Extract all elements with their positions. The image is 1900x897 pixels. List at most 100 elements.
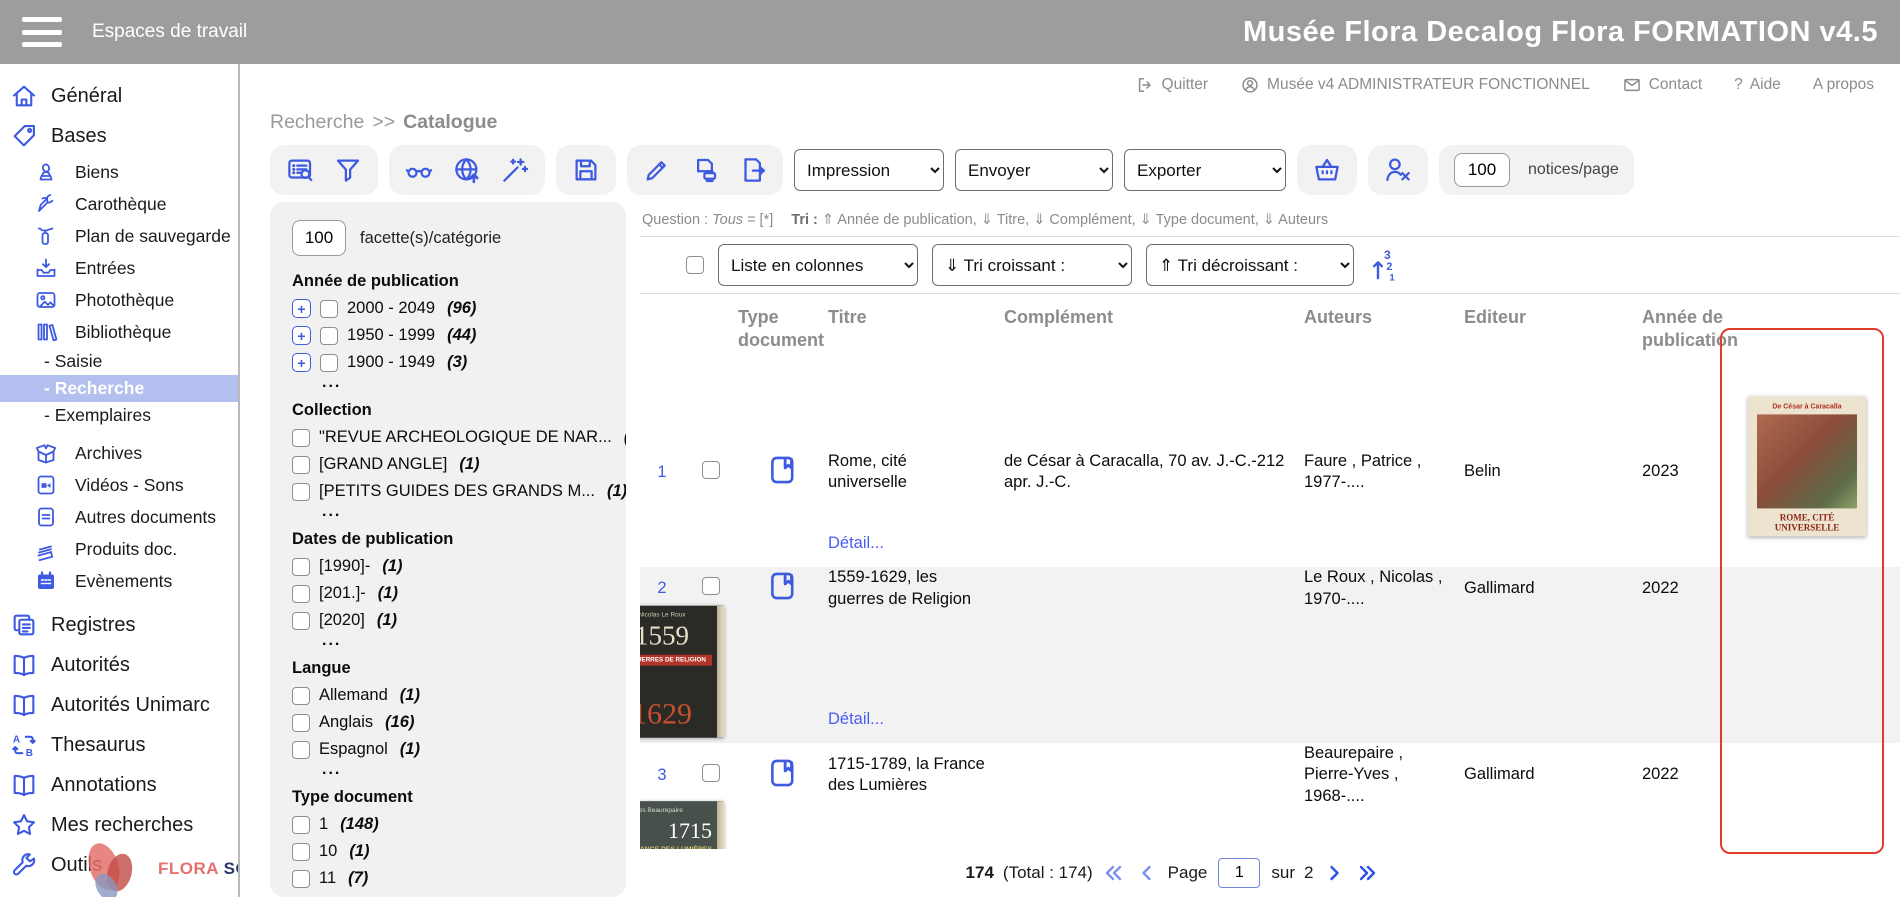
facet-item-anglais[interactable]: Anglais(16) — [292, 709, 604, 736]
edit-pencil-icon[interactable] — [642, 155, 672, 185]
print-document-icon[interactable] — [690, 155, 720, 185]
row-checkbox[interactable] — [702, 764, 720, 782]
sidebar-item-autres-documents[interactable]: Autres documents — [0, 501, 238, 533]
row-checkbox[interactable] — [702, 461, 720, 479]
sort-asc-select[interactable]: ⇓ Tri croissant : — [932, 244, 1132, 286]
facet-item-espagnol[interactable]: Espagnol(1) — [292, 736, 604, 763]
facet-checkbox[interactable] — [292, 483, 310, 501]
user-remove-icon[interactable] — [1383, 155, 1413, 185]
sidebar-item-thesaurus[interactable]: ABThesaurus — [0, 725, 238, 765]
magic-wand-icon[interactable] — [500, 155, 530, 185]
facet-checkbox[interactable] — [292, 816, 310, 834]
first-page-icon[interactable] — [1102, 861, 1126, 885]
facet-more-link[interactable]: ... — [322, 634, 604, 652]
globe-upload-icon[interactable] — [452, 155, 482, 185]
facet-checkbox[interactable] — [292, 870, 310, 888]
facet-item-201[interactable]: [201.]-(1) — [292, 580, 604, 607]
export-document-icon[interactable] — [738, 155, 768, 185]
facet-item-1[interactable]: 1(148) — [292, 811, 604, 838]
sidebar-item-caroth-que[interactable]: Carothèque — [0, 188, 238, 220]
facet-item-2000-2049[interactable]: +2000 - 2049(96) — [292, 295, 604, 322]
glasses-icon[interactable] — [404, 155, 434, 185]
facet-item-revue-archeologique-de-nar[interactable]: "REVUE ARCHEOLOGIQUE DE NAR...(1) — [292, 424, 604, 451]
sidebar-item-recherche[interactable]: - Recherche — [0, 375, 238, 402]
sidebar-item-annotations[interactable]: Annotations — [0, 765, 238, 805]
row-number-link[interactable]: 1 — [657, 463, 666, 481]
row-number-link[interactable]: 2 — [657, 579, 666, 597]
sidebar-item-autorit-s[interactable]: Autorités — [0, 645, 238, 685]
contact-link[interactable]: Contact — [1622, 75, 1702, 95]
facet-group-title: Dates de publication — [292, 530, 604, 549]
help-link[interactable]: ?Aide — [1734, 76, 1781, 94]
facet-item-2020[interactable]: [2020](1) — [292, 607, 604, 634]
impression-select[interactable]: Impression — [794, 149, 944, 191]
facet-checkbox[interactable] — [292, 741, 310, 759]
facet-item-petits-guides-des-grands-m[interactable]: [PETITS GUIDES DES GRANDS M...(1) — [292, 478, 604, 505]
sidebar-item-exemplaires[interactable]: - Exemplaires — [0, 402, 238, 429]
about-link[interactable]: A propos — [1813, 76, 1874, 94]
facet-more-link[interactable]: ... — [322, 763, 604, 781]
last-page-icon[interactable] — [1355, 861, 1379, 885]
exporter-select[interactable]: Exporter — [1124, 149, 1286, 191]
detail-link[interactable]: Détail... — [828, 710, 884, 729]
save-icon[interactable] — [571, 155, 601, 185]
sidebar-item-saisie[interactable]: - Saisie — [0, 348, 238, 375]
user-account[interactable]: Musée v4 ADMINISTRATEUR FONCTIONNEL — [1240, 75, 1590, 95]
facet-checkbox[interactable] — [320, 327, 338, 345]
facet-checkbox[interactable] — [292, 612, 310, 630]
row-checkbox[interactable] — [702, 577, 720, 595]
facet-item-allemand[interactable]: Allemand(1) — [292, 682, 604, 709]
list-search-icon[interactable] — [285, 155, 315, 185]
facet-checkbox[interactable] — [292, 585, 310, 603]
quit-link[interactable]: Quitter — [1135, 75, 1209, 95]
facet-count-input[interactable] — [292, 220, 346, 256]
facet-checkbox[interactable] — [320, 300, 338, 318]
expand-plus-icon[interactable]: + — [292, 326, 311, 345]
hamburger-icon[interactable] — [22, 17, 62, 47]
sidebar-item-archives[interactable]: Archives — [0, 437, 238, 469]
sidebar-item-phototh-que[interactable]: Photothèque — [0, 284, 238, 316]
facet-checkbox[interactable] — [320, 354, 338, 372]
facet-item-11[interactable]: 11(7) — [292, 865, 604, 892]
facet-item-1900-1949[interactable]: +1900 - 1949(3) — [292, 349, 604, 376]
facet-item-1950-1999[interactable]: +1950 - 1999(44) — [292, 322, 604, 349]
detail-link[interactable]: Détail... — [828, 534, 884, 553]
facet-checkbox[interactable] — [292, 843, 310, 861]
envoyer-select[interactable]: Envoyer — [955, 149, 1113, 191]
sidebar-item-g-n-ral[interactable]: Général — [0, 76, 238, 116]
notices-per-page-input[interactable] — [1454, 153, 1510, 187]
row-number-link[interactable]: 3 — [657, 766, 666, 784]
expand-plus-icon[interactable]: + — [292, 353, 311, 372]
numeric-sort-icon[interactable]: 3 2 1 — [1368, 247, 1400, 283]
facet-checkbox[interactable] — [292, 687, 310, 705]
sidebar-item-biblioth-que[interactable]: Bibliothèque — [0, 316, 238, 348]
facet-checkbox[interactable] — [292, 558, 310, 576]
facet-checkbox[interactable] — [292, 456, 310, 474]
facet-checkbox[interactable] — [292, 714, 310, 732]
sidebar-item-bases[interactable]: Bases — [0, 116, 238, 156]
facet-more-link[interactable]: ... — [322, 376, 604, 394]
sidebar-item-registres[interactable]: Registres — [0, 605, 238, 645]
page-input[interactable] — [1218, 858, 1260, 888]
sidebar-item-ev-nements[interactable]: Evènements — [0, 565, 238, 597]
previous-page-icon[interactable] — [1135, 861, 1159, 885]
facet-checkbox[interactable] — [292, 429, 310, 447]
sidebar-item-biens[interactable]: Biens — [0, 156, 238, 188]
sort-desc-select[interactable]: ⇑ Tri décroissant : — [1146, 244, 1354, 286]
facet-more-link[interactable]: ... — [322, 892, 604, 897]
view-mode-select[interactable]: Liste en colonnes — [718, 244, 918, 286]
facet-item-1990[interactable]: [1990]-(1) — [292, 553, 604, 580]
filter-icon[interactable] — [333, 155, 363, 185]
facet-item-grand-angle[interactable]: [GRAND ANGLE](1) — [292, 451, 604, 478]
next-page-icon[interactable] — [1322, 861, 1346, 885]
sidebar-item-produits-doc[interactable]: Produits doc. — [0, 533, 238, 565]
facet-more-link[interactable]: ... — [322, 505, 604, 523]
sidebar-item-vid-os-sons[interactable]: Vidéos - Sons — [0, 469, 238, 501]
basket-icon[interactable] — [1312, 155, 1342, 185]
expand-plus-icon[interactable]: + — [292, 299, 311, 318]
sidebar-item-autorit-s-unimarc[interactable]: Autorités Unimarc — [0, 685, 238, 725]
facet-item-10[interactable]: 10(1) — [292, 838, 604, 865]
sidebar-item-plan-de-sauvegarde[interactable]: Plan de sauvegarde — [0, 220, 238, 252]
sidebar-item-entr-es[interactable]: Entrées — [0, 252, 238, 284]
select-all-checkbox[interactable] — [686, 256, 704, 274]
